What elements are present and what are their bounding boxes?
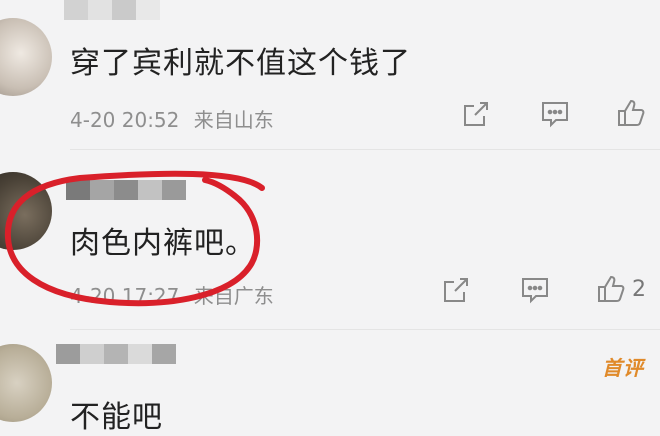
avatar[interactable] <box>0 172 52 250</box>
watermark-logo: 首评 <box>602 356 644 380</box>
share-icon <box>444 278 468 302</box>
comment-icon <box>522 278 548 304</box>
comment-location: 来自广东 <box>193 284 274 308</box>
like-button[interactable] <box>616 98 652 128</box>
comment-item: 肉色内裤吧。 4-20 17:27 来自广东 2 <box>0 150 660 330</box>
comment-meta: 4-20 20:52 来自山东 <box>70 104 274 133</box>
comment-text: 肉色内裤吧。 <box>70 226 256 261</box>
comment-date: 4-20 20:52 <box>70 108 180 132</box>
share-button[interactable] <box>442 276 470 304</box>
share-button[interactable] <box>462 100 490 128</box>
comment-item: 不能吧 <box>0 330 660 435</box>
comment-button[interactable] <box>540 100 570 128</box>
thumbs-up-icon <box>618 99 645 126</box>
comment-text: 穿了宾利就不值这个钱了 <box>70 46 411 81</box>
like-count: 2 <box>632 276 646 302</box>
comment-date: 4-20 17:27 <box>70 284 180 308</box>
avatar[interactable] <box>0 18 52 96</box>
thumbs-up-icon <box>598 275 625 302</box>
comment-text: 不能吧 <box>70 400 163 435</box>
comment-meta: 4-20 17:27 来自广东 <box>70 280 274 309</box>
share-icon <box>464 102 488 126</box>
username-mosaic <box>56 344 176 364</box>
comment-item: 穿了宾利就不值这个钱了 4-20 20:52 来自山东 <box>0 0 660 150</box>
avatar[interactable] <box>0 344 52 422</box>
comment-location: 来自山东 <box>193 108 274 132</box>
comment-button[interactable] <box>520 276 550 304</box>
like-button[interactable]: 2 <box>596 274 646 304</box>
username-mosaic <box>64 0 160 20</box>
username-mosaic <box>66 180 186 200</box>
comment-icon <box>542 102 568 128</box>
